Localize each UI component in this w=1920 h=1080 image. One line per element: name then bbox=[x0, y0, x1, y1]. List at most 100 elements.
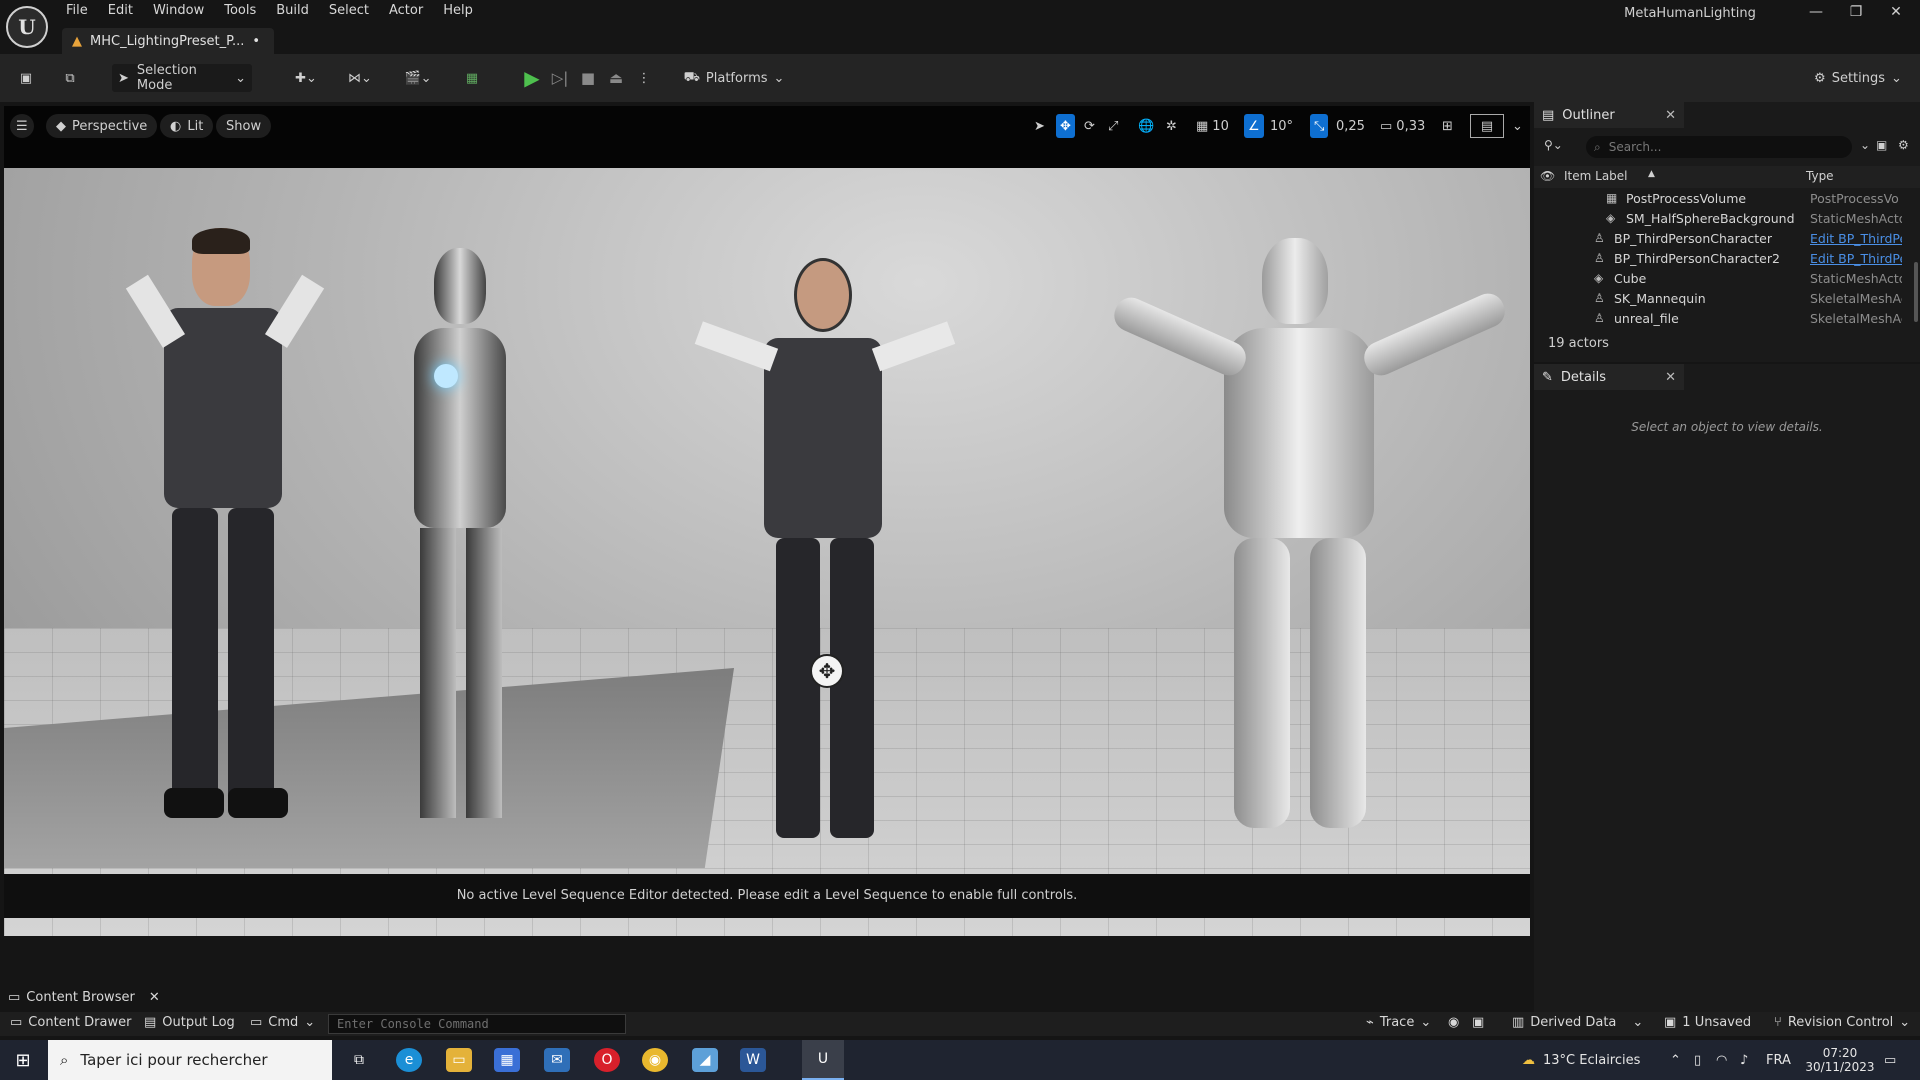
outliner-row[interactable]: ♙ unreal_file SkeletalMeshAc bbox=[1534, 308, 1920, 328]
close-icon[interactable]: ✕ bbox=[1876, 4, 1916, 20]
gear-icon[interactable]: ⚙ bbox=[1898, 138, 1909, 152]
word-icon[interactable]: W bbox=[740, 1048, 766, 1072]
surface-snap-icon[interactable]: ✲ bbox=[1166, 114, 1177, 138]
type-column[interactable]: Type bbox=[1806, 169, 1834, 183]
scale-tool-icon[interactable]: ⤢ bbox=[1108, 114, 1118, 138]
camera-speed-button[interactable]: ▭ 0,33 bbox=[1380, 114, 1425, 138]
unsaved-button[interactable]: ▣ 1 Unsaved bbox=[1664, 1015, 1751, 1030]
rotation-snap-button[interactable]: ∠ bbox=[1244, 114, 1264, 138]
item-label-column[interactable]: Item Label bbox=[1564, 169, 1628, 183]
chevron-down-icon[interactable]: ⌄ bbox=[1860, 138, 1870, 152]
windows-start-icon[interactable]: ⊞ bbox=[10, 1048, 36, 1072]
store-icon[interactable]: ▦ bbox=[494, 1048, 520, 1072]
edit-blueprint-link[interactable]: Edit BP_ThirdPe bbox=[1810, 231, 1902, 246]
outliner-scrollbar[interactable] bbox=[1914, 262, 1918, 322]
output-log-button[interactable]: ▤ Output Log bbox=[144, 1015, 235, 1030]
level-document-tab[interactable]: ▲ MHC_LightingPreset_P... • bbox=[62, 28, 274, 54]
cinematics-icon[interactable]: 🎬⌄ bbox=[398, 64, 438, 92]
outliner-row[interactable]: ▦ PostProcessVolume PostProcessVo bbox=[1534, 188, 1920, 208]
unreal-engine-taskbar-icon[interactable]: U bbox=[802, 1040, 844, 1080]
viewport-menu-icon[interactable]: ☰ bbox=[10, 114, 34, 138]
character-metahuman-left[interactable] bbox=[104, 228, 344, 828]
mail-icon[interactable]: ✉ bbox=[544, 1048, 570, 1072]
outliner-tab[interactable]: ▤ Outliner ✕ bbox=[1534, 102, 1684, 128]
device-icon[interactable]: ▯ bbox=[1694, 1040, 1701, 1080]
opera-browser-icon[interactable]: O bbox=[594, 1048, 620, 1072]
outliner-row[interactable]: ♙ BP_ThirdPersonCharacter2 Edit BP_Third… bbox=[1534, 248, 1920, 268]
outliner-search-input[interactable]: ⌕ Search... bbox=[1586, 136, 1852, 158]
play-icon[interactable]: ▶ bbox=[520, 64, 544, 92]
wifi-icon[interactable]: ◠ bbox=[1716, 1040, 1727, 1080]
menu-actor[interactable]: Actor bbox=[381, 0, 435, 24]
stop-icon[interactable]: ■ bbox=[576, 64, 600, 92]
eye-icon[interactable]: 👁 bbox=[1540, 169, 1555, 183]
eject-icon[interactable]: ⏏ bbox=[604, 64, 628, 92]
content-browser-tab[interactable]: ▭ Content Browser ✕ bbox=[8, 990, 160, 1005]
menu-edit[interactable]: Edit bbox=[100, 0, 145, 24]
character-chrome-robot[interactable] bbox=[374, 248, 554, 828]
menu-window[interactable]: Window bbox=[145, 0, 216, 24]
move-gizmo-icon[interactable]: ✥ bbox=[810, 654, 844, 688]
taskbar-search-box[interactable]: ⌕ Taper ici pour rechercher bbox=[48, 1040, 332, 1080]
scale-snap-value[interactable]: 0,25 bbox=[1336, 114, 1365, 138]
blueprint-icon[interactable]: ⋈⌄ bbox=[340, 64, 380, 92]
modes-icon[interactable]: ▦ bbox=[458, 64, 486, 92]
unreal-logo-icon[interactable]: U bbox=[6, 6, 48, 48]
select-tool-icon[interactable]: ➤ bbox=[1034, 114, 1045, 138]
add-folder-icon[interactable]: ▣ bbox=[1876, 138, 1887, 152]
platforms-dropdown[interactable]: ⛟ Platforms ⌄ bbox=[684, 64, 785, 92]
browse-icon[interactable]: ⧉ bbox=[58, 64, 82, 92]
close-icon[interactable]: ✕ bbox=[1665, 108, 1676, 123]
save-icon[interactable]: ▣ bbox=[14, 64, 38, 92]
clock[interactable]: 07:20 30/11/2023 bbox=[1800, 1040, 1880, 1080]
rotate-tool-icon[interactable]: ⟳ bbox=[1084, 114, 1095, 138]
viewport-options-icon[interactable]: ▤ bbox=[1470, 114, 1504, 138]
menu-select[interactable]: Select bbox=[321, 0, 381, 24]
notifications-icon[interactable]: ▭ bbox=[1884, 1040, 1896, 1080]
translate-tool-icon[interactable]: ✥ bbox=[1056, 114, 1075, 138]
task-view-icon[interactable]: ⧉ bbox=[346, 1048, 372, 1072]
details-tab[interactable]: ✎ Details ✕ bbox=[1534, 364, 1684, 390]
scene-render[interactable]: ✥ bbox=[4, 168, 1530, 936]
chevron-down-icon[interactable]: ⌄ bbox=[1512, 114, 1523, 138]
layout-icon[interactable]: ⊞ bbox=[1442, 114, 1453, 138]
character-selected-center[interactable]: ✥ bbox=[694, 258, 956, 858]
weather-widget[interactable]: ☁ 13°C Eclaircies bbox=[1522, 1040, 1640, 1080]
cmd-dropdown[interactable]: ▭ Cmd ⌄ bbox=[250, 1015, 315, 1030]
close-icon[interactable]: ✕ bbox=[149, 990, 160, 1005]
trace-dropdown[interactable]: ⌁ Trace ⌄ bbox=[1366, 1015, 1431, 1030]
outliner-row[interactable]: ♙ BP_ThirdPersonCharacter Edit BP_ThirdP… bbox=[1534, 228, 1920, 248]
revision-control-dropdown[interactable]: ⑂ Revision Control ⌄ bbox=[1774, 1015, 1910, 1030]
outliner-row[interactable]: ◈ SM_HalfSphereBackground StaticMeshActo bbox=[1534, 208, 1920, 228]
show-button[interactable]: Show bbox=[216, 114, 272, 138]
menu-help[interactable]: Help bbox=[435, 0, 485, 24]
chevron-up-icon[interactable]: ⌃ bbox=[1670, 1040, 1681, 1080]
minimize-icon[interactable]: — bbox=[1796, 4, 1836, 20]
close-icon[interactable]: ✕ bbox=[1665, 370, 1676, 385]
chrome-browser-icon[interactable]: ◉ bbox=[642, 1048, 668, 1072]
menu-tools[interactable]: Tools bbox=[216, 0, 268, 24]
add-actor-icon[interactable]: ✚⌄ bbox=[286, 64, 326, 92]
app-icon[interactable]: ◢ bbox=[692, 1048, 718, 1072]
language-indicator[interactable]: FRA bbox=[1766, 1040, 1791, 1080]
lit-button[interactable]: ◐ Lit bbox=[160, 114, 214, 138]
derived-data-dropdown[interactable]: ▥ Derived Data ⌄ bbox=[1512, 1015, 1643, 1030]
edit-blueprint-link[interactable]: Edit BP_ThirdPe bbox=[1810, 251, 1902, 266]
world-space-icon[interactable]: 🌐 bbox=[1138, 114, 1154, 138]
advance-frame-icon[interactable]: ▷| bbox=[548, 64, 572, 92]
restore-icon[interactable]: ❐ bbox=[1836, 4, 1876, 20]
perspective-button[interactable]: ◆ Perspective bbox=[46, 114, 158, 138]
selection-mode-dropdown[interactable]: ➤ Selection Mode ⌄ bbox=[112, 63, 252, 93]
rotation-snap-value[interactable]: 10° bbox=[1270, 114, 1293, 138]
scale-snap-button[interactable]: ⤡ bbox=[1310, 114, 1329, 138]
screenshot-icon[interactable]: ▣ bbox=[1472, 1015, 1484, 1030]
console-command-input[interactable]: Enter Console Command bbox=[328, 1014, 626, 1034]
record-icon[interactable]: ◉ bbox=[1448, 1015, 1459, 1030]
menu-file[interactable]: File bbox=[58, 0, 100, 24]
filter-icon[interactable]: ⚲⌄ bbox=[1544, 138, 1563, 152]
outliner-row[interactable]: ◈ Cube StaticMeshActo bbox=[1534, 268, 1920, 288]
outliner-row[interactable]: ♙ SK_Mannequin SkeletalMeshAc bbox=[1534, 288, 1920, 308]
file-explorer-icon[interactable]: ▭ bbox=[446, 1048, 472, 1072]
volume-icon[interactable]: ♪ bbox=[1740, 1040, 1748, 1080]
grid-snap-button[interactable]: ▦ 10 bbox=[1196, 114, 1229, 138]
